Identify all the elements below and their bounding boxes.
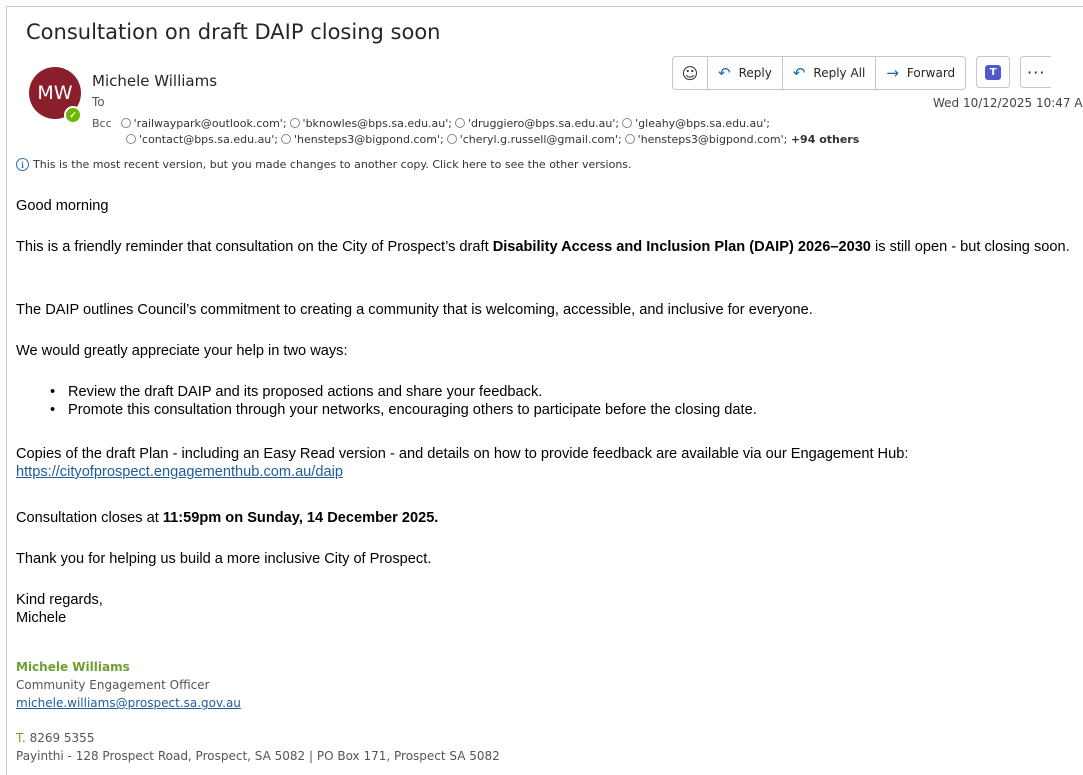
closing-date: 11:59pm on Sunday, 14 December 2025. bbox=[162, 510, 439, 526]
text: This is a friendly reminder that consult… bbox=[16, 239, 493, 255]
engagement-hub-link[interactable]: https://cityofprospect.engagementhub.com… bbox=[16, 464, 343, 480]
phone-label: T. bbox=[16, 731, 26, 745]
sender-name[interactable]: Michele Williams bbox=[92, 72, 217, 90]
presence-available-icon: ✓ bbox=[64, 106, 82, 124]
email-subject: Consultation on draft DAIP closing soon bbox=[26, 20, 441, 44]
emoji-icon: ☺ bbox=[681, 63, 699, 83]
recipient-status-icon bbox=[455, 118, 465, 128]
recipient-status-icon bbox=[446, 134, 457, 144]
reply-all-button[interactable]: ↶ Reply All bbox=[783, 57, 877, 89]
body-paragraph: We would greatly appreciate your help in… bbox=[16, 343, 348, 359]
recipient-status-icon bbox=[281, 134, 292, 144]
signature-title: Community Engagement Officer bbox=[16, 678, 210, 692]
recipient-status-icon bbox=[624, 134, 635, 144]
more-icon: ··· bbox=[1027, 62, 1046, 82]
avatar-initials: MW bbox=[37, 82, 73, 104]
recipient[interactable]: 'railwaypark@outlook.com'; bbox=[134, 117, 287, 130]
recipient[interactable]: 'hensteps3@bigpond.com'; bbox=[638, 133, 788, 146]
recipient-status-icon bbox=[120, 118, 131, 128]
body-paragraph: Consultation closes at 11:59pm on Sunday… bbox=[16, 509, 438, 527]
body-paragraph: The DAIP outlines Council’s commitment t… bbox=[16, 302, 813, 318]
reply-label: Reply bbox=[738, 66, 772, 80]
bcc-line-1: Bcc 'railwaypark@outlook.com'; 'bknowles@b… bbox=[92, 116, 922, 132]
forward-icon: → bbox=[886, 64, 899, 82]
more-recipients-link[interactable]: +94 others bbox=[791, 133, 859, 146]
phone-number: 8269 5355 bbox=[29, 731, 95, 745]
version-notice[interactable]: i This is the most recent version, but y… bbox=[16, 158, 632, 171]
greeting: Good morning bbox=[16, 198, 109, 214]
recipient[interactable]: 'cheryl.g.russell@gmail.com'; bbox=[460, 133, 622, 146]
text: Copies of the draft Plan - including an … bbox=[16, 446, 909, 462]
received-date: Wed 10/12/2025 10:47 AM bbox=[933, 96, 1083, 110]
more-actions-button[interactable]: ··· bbox=[1020, 56, 1052, 88]
signature-address: Payinthi - 128 Prospect Road, Prospect, … bbox=[16, 749, 500, 763]
teams-icon: T bbox=[985, 64, 1002, 80]
text: Kind regards, bbox=[16, 592, 103, 608]
info-icon: i bbox=[16, 158, 29, 171]
version-notice-text: This is the most recent version, but you… bbox=[33, 158, 632, 171]
recipient-status-icon bbox=[622, 118, 633, 128]
react-button[interactable]: ☺ bbox=[673, 57, 708, 89]
signature-email-link[interactable]: michele.williams@prospect.sa.gov.au bbox=[16, 696, 241, 710]
forward-button[interactable]: → Forward bbox=[876, 57, 965, 89]
bcc-line-2: 'contact@bps.sa.edu.au'; 'hensteps3@bigpo… bbox=[92, 132, 922, 148]
teams-button[interactable]: T bbox=[976, 56, 1011, 88]
bcc-label: Bcc bbox=[92, 117, 112, 130]
reply-icon: ↶ bbox=[718, 64, 731, 82]
recipient[interactable]: 'hensteps3@bigpond.com'; bbox=[294, 133, 444, 146]
reply-all-label: Reply All bbox=[813, 66, 866, 80]
text: Michele bbox=[16, 610, 67, 626]
plan-name: Disability Access and Inclusion Plan (DA… bbox=[492, 239, 871, 255]
recipient[interactable]: 'druggiero@bps.sa.edu.au'; bbox=[468, 117, 619, 130]
recipient[interactable]: 'contact@bps.sa.edu.au'; bbox=[139, 133, 278, 146]
recipient[interactable]: 'gleahy@bps.sa.edu.au'; bbox=[635, 117, 770, 130]
recipient-status-icon bbox=[126, 134, 136, 144]
signature-name: Michele Williams bbox=[16, 660, 130, 674]
text: is still open - but closing soon. bbox=[870, 239, 1070, 255]
text: Consultation closes at bbox=[16, 510, 163, 526]
sign-off: Kind regards, Michele bbox=[16, 591, 103, 627]
bullet-list: Review the draft DAIP and its proposed a… bbox=[16, 383, 757, 419]
response-button-group: ☺ ↶ Reply ↶ Reply All → Forward bbox=[672, 56, 967, 90]
list-item: Promote this consultation through your n… bbox=[16, 401, 757, 419]
list-item: Review the draft DAIP and its proposed a… bbox=[16, 383, 757, 401]
reply-all-icon: ↶ bbox=[792, 64, 806, 82]
forward-label: Forward bbox=[906, 66, 956, 80]
recipient[interactable]: 'bknowles@bps.sa.edu.au'; bbox=[303, 117, 452, 130]
bcc-recipients: Bcc 'railwaypark@outlook.com'; 'bknowles@b… bbox=[92, 116, 922, 148]
body-paragraph: Copies of the draft Plan - including an … bbox=[16, 445, 908, 481]
signature-phone: T. 8269 5355 bbox=[16, 731, 94, 745]
to-label: To bbox=[92, 95, 105, 109]
body-paragraph: This is a friendly reminder that consult… bbox=[16, 238, 1081, 256]
message-toolbar: ☺ ↶ Reply ↶ Reply All → Forward T ··· bbox=[672, 56, 1052, 90]
recipient-status-icon bbox=[289, 118, 300, 128]
body-paragraph: Thank you for helping us build a more in… bbox=[16, 551, 432, 567]
reply-button[interactable]: ↶ Reply bbox=[708, 57, 783, 89]
